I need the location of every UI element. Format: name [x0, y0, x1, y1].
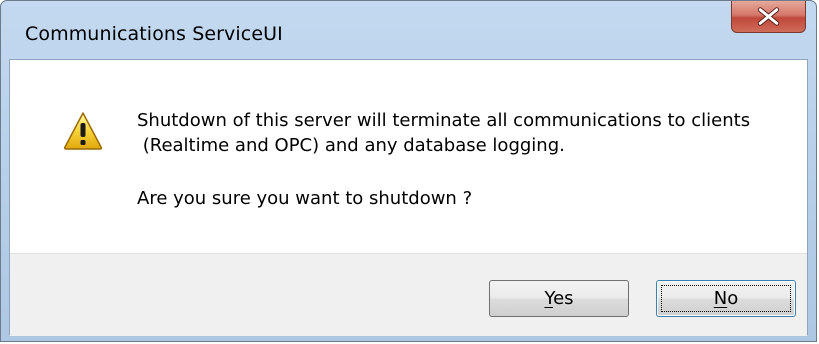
button-bar: Yes No [10, 253, 807, 336]
dialog-client-area: Shutdown of this server will terminate a… [9, 59, 808, 336]
no-label-rest: o [727, 288, 739, 309]
confirmation-question: Are you sure you want to shutdown ? [137, 188, 473, 209]
yes-label-rest: es [553, 288, 574, 309]
dialog-window: Communications ServiceUI Shutdown of thi… [0, 0, 817, 342]
message-text: Shutdown of this server will terminate a… [137, 108, 750, 158]
warning-icon [63, 112, 103, 150]
message-line-1: Shutdown of this server will terminate a… [137, 110, 751, 131]
close-button[interactable] [731, 1, 806, 33]
no-button[interactable]: No [656, 280, 796, 317]
title-bar[interactable]: Communications ServiceUI [1, 1, 816, 59]
close-icon [757, 7, 780, 26]
yes-button[interactable]: Yes [489, 280, 629, 317]
message-line-2: (Realtime and OPC) and any database logg… [137, 135, 565, 156]
no-mnemonic: N [713, 288, 728, 309]
message-area: Shutdown of this server will terminate a… [10, 60, 807, 253]
yes-mnemonic: Y [544, 288, 554, 309]
window-title: Communications ServiceUI [25, 23, 283, 45]
